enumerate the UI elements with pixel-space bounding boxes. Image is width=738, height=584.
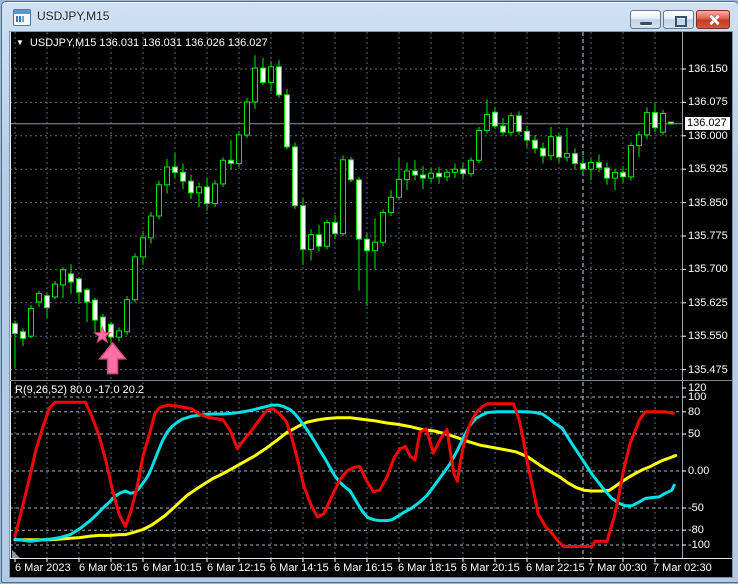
time-axis-label: 6 Mar 22:15: [526, 562, 585, 574]
price-axis-label: 135.925: [688, 163, 728, 175]
price-axis-label: 135.625: [688, 297, 728, 309]
oscillator-axis-label: 0.00: [688, 465, 710, 477]
restore-icon: [675, 16, 687, 27]
title-bar[interactable]: USDJPY,M15: [2, 2, 738, 31]
oscillator-axis-label: 50: [688, 428, 701, 440]
price-axis-label: 135.700: [688, 263, 728, 275]
price-axis-label: 136.150: [688, 63, 728, 75]
time-axis-label: 7 Mar 02:30: [653, 562, 712, 574]
yellow-oscillator-line: [13, 416, 678, 542]
time-axis-label: 6 Mar 18:15: [398, 562, 457, 574]
ohlc-header: ▼ USDJPY,M15 136.031 136.031 136.026 136.…: [16, 37, 268, 49]
time-axis-label: 6 Mar 08:15: [79, 562, 138, 574]
time-axis-label: 6 Mar 20:15: [461, 562, 520, 574]
close-button[interactable]: [696, 10, 730, 29]
chart-client-area: ▼ USDJPY,M15 136.031 136.031 136.026 136.…: [9, 31, 733, 578]
ohlc-text: USDJPY,M15 136.031 136.031 136.026 136.0…: [29, 37, 268, 49]
time-axis-label: 6 Mar 12:15: [207, 562, 266, 574]
oscillator-axis-label: -80: [688, 524, 704, 536]
current-price-box: 136.027: [685, 117, 730, 130]
collapse-chevron-icon[interactable]: ▼: [16, 37, 24, 49]
price-axis-label: 135.850: [688, 197, 728, 209]
window-title: USDJPY,M15: [37, 9, 110, 23]
up-arrow-marker-icon: [98, 341, 128, 375]
oscillator-axis-label: 80: [688, 406, 701, 418]
time-axis-label: 7 Mar 00:30: [588, 562, 647, 574]
price-axis-label: 135.775: [688, 230, 728, 242]
red-oscillator-line: [13, 400, 675, 548]
minimize-icon: [640, 22, 652, 25]
time-axis-label: 6 Mar 16:15: [334, 562, 393, 574]
chart-canvas[interactable]: [10, 32, 732, 577]
indicator-label: R(9,26,52) 80.0 -17.0 20.2: [15, 384, 145, 396]
chart-window: USDJPY,M15 ▼ USDJPY,M15 136.031 136.031 1…: [1, 1, 738, 583]
chart-window-icon: [13, 9, 31, 26]
close-icon: [709, 15, 719, 25]
star-marker-icon: [92, 325, 112, 344]
time-axis-label: 6 Mar 2023: [15, 562, 71, 574]
price-axis-label: 136.000: [688, 130, 728, 142]
minimize-button[interactable]: [630, 10, 661, 29]
price-axis-label: 135.475: [688, 364, 728, 376]
oscillator-axis-label: -100: [688, 539, 711, 551]
restore-button[interactable]: [663, 10, 694, 29]
time-axis-label: 6 Mar 10:15: [143, 562, 202, 574]
oscillator-axis-label: -50: [688, 502, 704, 514]
time-axis-label: 6 Mar 14:15: [270, 562, 329, 574]
panel-resize-grip[interactable]: [12, 550, 21, 559]
price-axis-label: 135.550: [688, 330, 728, 342]
price-axis-label: 136.075: [688, 96, 728, 108]
oscillator-axis-label: 100: [688, 391, 707, 403]
